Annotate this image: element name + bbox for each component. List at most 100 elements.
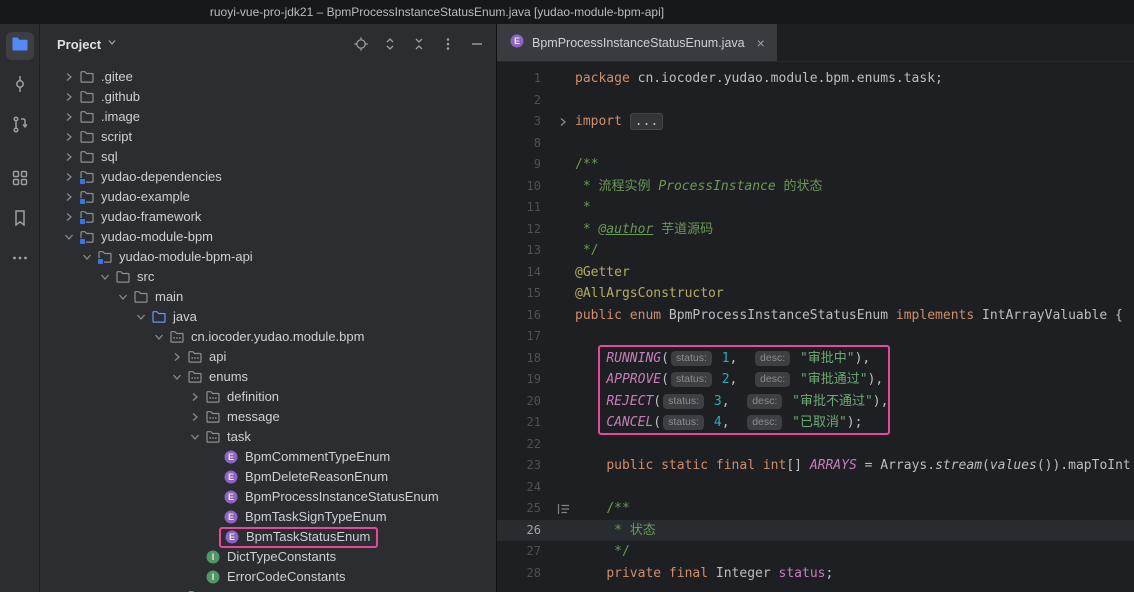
code-line-26[interactable]: 26 * 状态 (497, 520, 1134, 542)
chevron-down-icon[interactable] (186, 429, 204, 445)
line-number[interactable]: 16 (497, 305, 541, 327)
chevron-down-icon[interactable] (114, 289, 132, 305)
line-number[interactable]: 23 (497, 455, 541, 477)
code-line-15[interactable]: 15@AllArgsConstructor (497, 283, 1134, 305)
line-number[interactable]: 10 (497, 176, 541, 198)
code-line-17[interactable]: 17 (497, 326, 1134, 348)
tree-item-bpmcommenttypeenum[interactable]: EBpmCommentTypeEnum (40, 447, 496, 467)
chevron-right-icon[interactable] (60, 209, 78, 225)
tree-item-bpmtaskstatusenum[interactable]: EBpmTaskStatusEnum (40, 527, 496, 547)
code-line-21[interactable]: 21 CANCEL(status: 4, desc: "已取消"); (497, 412, 1134, 434)
line-number[interactable]: 3 (497, 111, 541, 133)
tree-item-errorcodeconstants[interactable]: IErrorCodeConstants (40, 567, 496, 587)
collapse-all-icon[interactable] (410, 35, 428, 53)
tree-item-bpmdeletereasonenum[interactable]: EBpmDeleteReasonEnum (40, 467, 496, 487)
tree-item-dicttypeconstants[interactable]: IDictTypeConstants (40, 547, 496, 567)
code-line-10[interactable]: 10 * 流程实例 ProcessInstance 的状态 (497, 176, 1134, 198)
tree-item-yudao-module-bpm[interactable]: yudao-module-bpm (40, 227, 496, 247)
tree-item-task[interactable]: task (40, 427, 496, 447)
code-line-3[interactable]: 3import ... (497, 111, 1134, 133)
editor-tab[interactable]: E BpmProcessInstanceStatusEnum.java × (497, 24, 777, 61)
line-number[interactable]: 13 (497, 240, 541, 262)
tree-item-bpmprocessinstancestatusenum[interactable]: EBpmProcessInstanceStatusEnum (40, 487, 496, 507)
tree-item-api[interactable]: api (40, 347, 496, 367)
code-line-11[interactable]: 11 * (497, 197, 1134, 219)
code-line-13[interactable]: 13 */ (497, 240, 1134, 262)
expand-all-icon[interactable] (381, 35, 399, 53)
tree-item-yudao-module-bpm-api[interactable]: yudao-module-bpm-api (40, 247, 496, 267)
chevron-down-icon[interactable] (168, 369, 186, 385)
code-line-18[interactable]: 18 RUNNING(status: 1, desc: "审批中"), (497, 348, 1134, 370)
line-number[interactable]: 25 (497, 498, 541, 520)
chevron-right-icon[interactable] (60, 149, 78, 165)
code-editor[interactable]: 1package cn.iocoder.yudao.module.bpm.enu… (497, 62, 1134, 592)
code-line-22[interactable]: 22 (497, 434, 1134, 456)
options-icon[interactable] (439, 35, 457, 53)
tree-item-message[interactable]: message (40, 407, 496, 427)
code-line-1[interactable]: 1package cn.iocoder.yudao.module.bpm.enu… (497, 68, 1134, 90)
hide-icon[interactable] (468, 35, 486, 53)
chevron-right-icon[interactable] (60, 89, 78, 105)
chevron-down-icon[interactable] (78, 249, 96, 265)
chevron-down-icon[interactable] (60, 229, 78, 245)
line-number[interactable]: 8 (497, 133, 541, 155)
line-number[interactable]: 20 (497, 391, 541, 413)
chevron-right-icon[interactable] (60, 189, 78, 205)
fold-chevron-icon[interactable] (541, 115, 575, 129)
tree-item-yudao-dependencies[interactable]: yudao-dependencies (40, 167, 496, 187)
line-number[interactable]: 22 (497, 434, 541, 456)
chevron-down-icon[interactable] (96, 269, 114, 285)
tree-item-gitee[interactable]: .gitee (40, 67, 496, 87)
chevron-down-icon[interactable] (132, 309, 150, 325)
code-line-19[interactable]: 19 APPROVE(status: 2, desc: "审批通过"), (497, 369, 1134, 391)
code-line-14[interactable]: 14@Getter (497, 262, 1134, 284)
line-number[interactable]: 27 (497, 541, 541, 563)
activity-bookmarks-button[interactable] (6, 206, 34, 234)
locate-icon[interactable] (352, 35, 370, 53)
chevron-right-icon[interactable] (186, 389, 204, 405)
line-number[interactable]: 17 (497, 326, 541, 348)
line-number[interactable]: 19 (497, 369, 541, 391)
line-number[interactable]: 26 (497, 520, 541, 542)
tree-item-sql[interactable]: sql (40, 147, 496, 167)
line-number[interactable]: 11 (497, 197, 541, 219)
chevron-right-icon[interactable] (60, 169, 78, 185)
chevron-right-icon[interactable] (168, 349, 186, 365)
line-number[interactable]: 24 (497, 477, 541, 499)
chevron-right-icon[interactable] (60, 109, 78, 125)
activity-commit-button[interactable] (6, 72, 34, 100)
line-number[interactable]: 18 (497, 348, 541, 370)
close-tab-icon[interactable]: × (757, 36, 765, 50)
code-line-28[interactable]: 28 private final Integer status; (497, 563, 1134, 585)
line-number[interactable]: 21 (497, 412, 541, 434)
tree-item-image[interactable]: .image (40, 107, 496, 127)
tree-item-yudao-example[interactable]: yudao-example (40, 187, 496, 207)
line-number[interactable]: 15 (497, 283, 541, 305)
code-line-27[interactable]: 27 */ (497, 541, 1134, 563)
tree-item-bpmtasksigntypeenum[interactable]: EBpmTaskSignTypeEnum (40, 507, 496, 527)
code-line-2[interactable]: 2 (497, 90, 1134, 112)
tree-item-java[interactable]: java (40, 307, 496, 327)
tree-item-yudao-framework[interactable]: yudao-framework (40, 207, 496, 227)
code-line-16[interactable]: 16public enum BpmProcessInstanceStatusEn… (497, 305, 1134, 327)
activity-more-button[interactable] (6, 246, 34, 274)
activity-project-button[interactable] (6, 32, 34, 60)
project-view-selector[interactable]: Project (57, 35, 118, 53)
tree-item-partial[interactable] (40, 587, 496, 592)
code-line-8[interactable]: 8 (497, 133, 1134, 155)
chevron-right-icon[interactable] (60, 129, 78, 145)
tree-item-src[interactable]: src (40, 267, 496, 287)
tree-item-cn-iocoder-yudao-module-bpm[interactable]: cn.iocoder.yudao.module.bpm (40, 327, 496, 347)
tree-item-main[interactable]: main (40, 287, 496, 307)
line-number[interactable]: 28 (497, 563, 541, 585)
code-line-20[interactable]: 20 REJECT(status: 3, desc: "审批不通过"), (497, 391, 1134, 413)
tree-item-github[interactable]: .github (40, 87, 496, 107)
tree-item-definition[interactable]: definition (40, 387, 496, 407)
line-number[interactable]: 14 (497, 262, 541, 284)
chevron-right-icon[interactable] (60, 69, 78, 85)
tree-item-enums[interactable]: enums (40, 367, 496, 387)
chevron-down-icon[interactable] (150, 329, 168, 345)
tree-item-script[interactable]: script (40, 127, 496, 147)
line-number[interactable]: 2 (497, 90, 541, 112)
code-line-24[interactable]: 24 (497, 477, 1134, 499)
